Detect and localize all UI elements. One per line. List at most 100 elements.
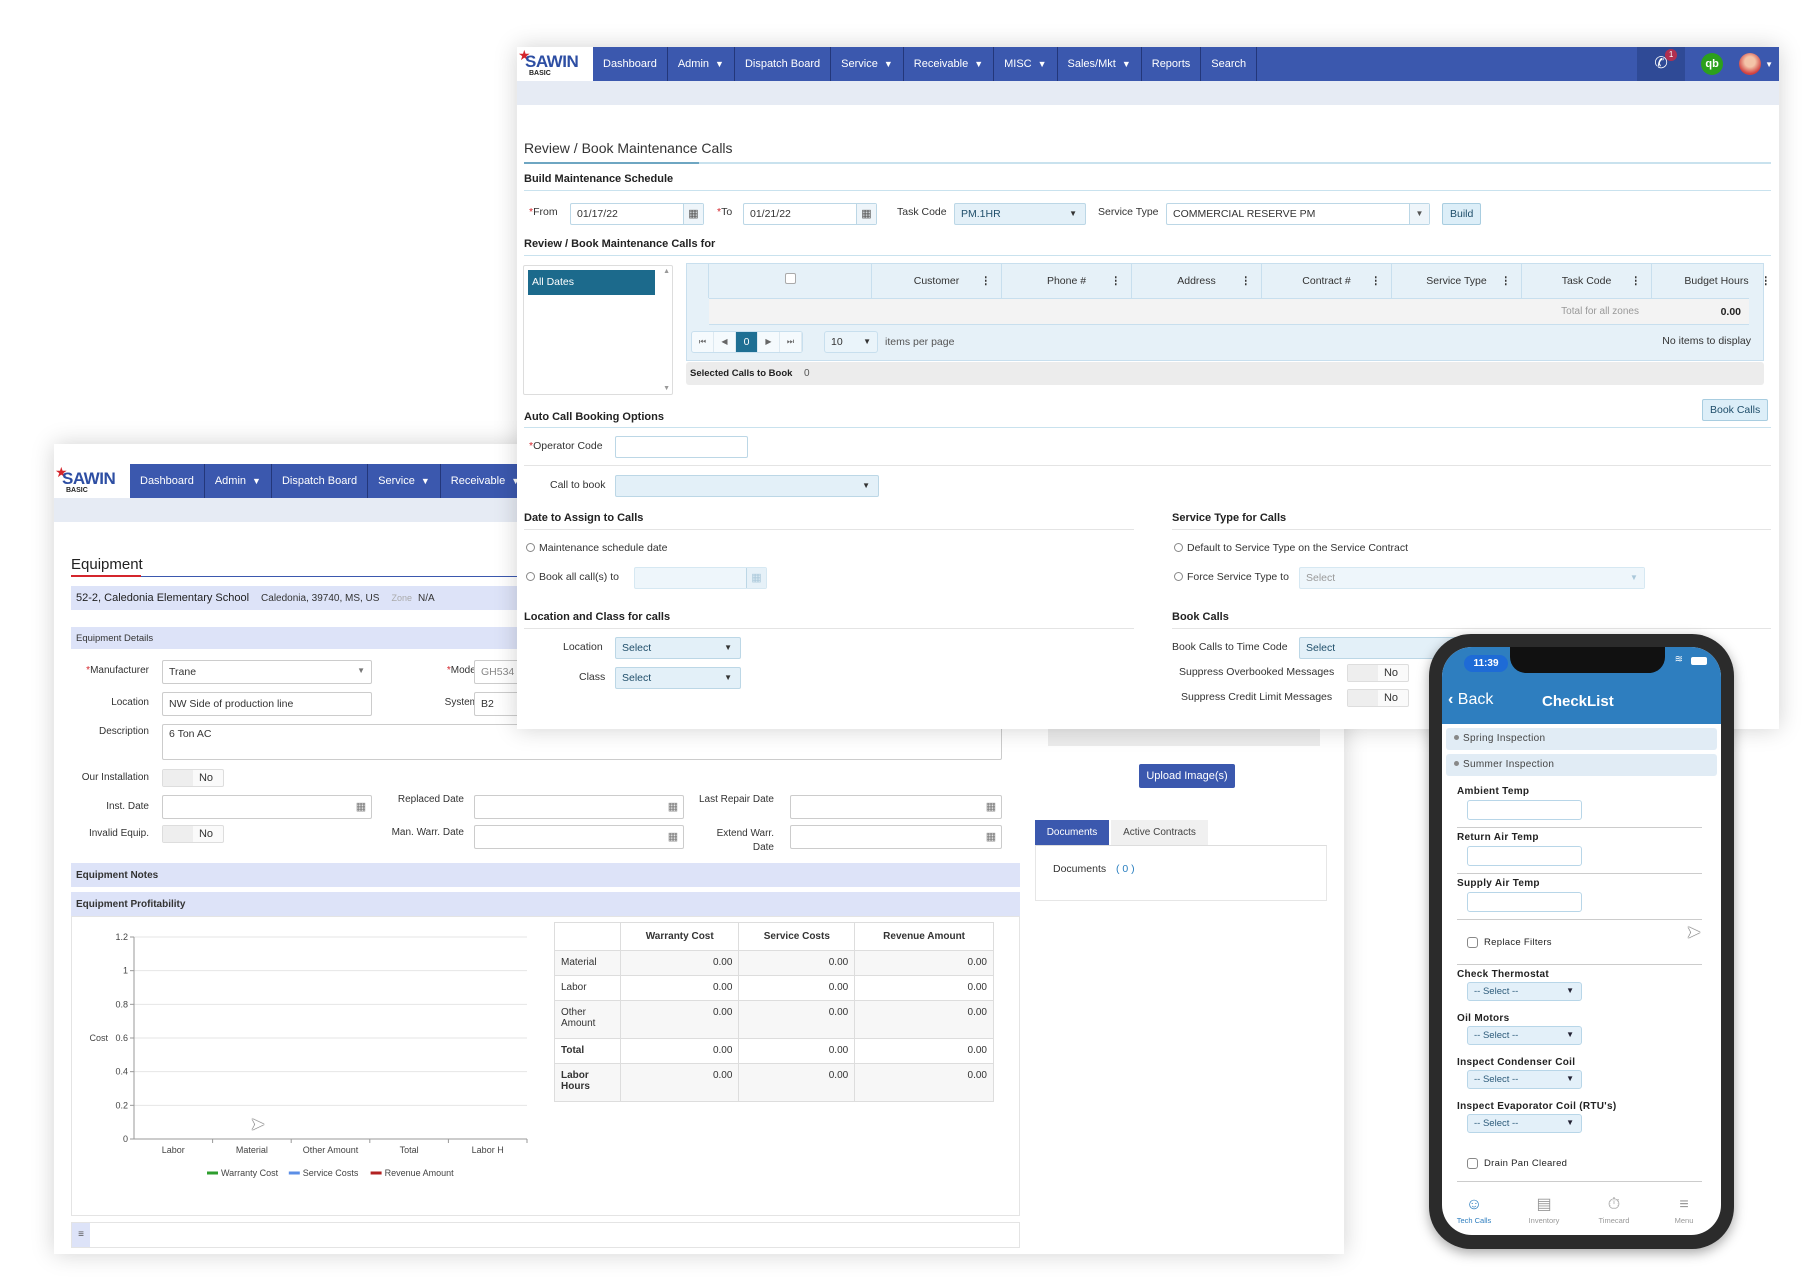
grid-total-row: Total for all zones 0.00	[709, 298, 1749, 325]
nav-reports[interactable]: Reports	[1142, 47, 1202, 81]
user-avatar[interactable]	[1739, 53, 1762, 75]
replace-filters-checkbox[interactable]	[1467, 937, 1478, 948]
date-list-item[interactable]: All Dates	[528, 270, 655, 295]
quickbooks-icon[interactable]: qb	[1701, 53, 1724, 75]
caret-down-icon[interactable]: ▼	[1765, 60, 1773, 69]
pager[interactable]: ⏮ ◀ 0 ▶ ⏭	[691, 331, 803, 353]
sawin-logo[interactable]: ★ SAWIN BASIC	[517, 47, 593, 81]
first-page-icon[interactable]: ⏮	[692, 332, 714, 352]
grid-header-budget-hours[interactable]: Budget Hours ⋮	[1652, 264, 1779, 298]
last-page-icon[interactable]: ⏭	[780, 332, 802, 352]
prev-page-icon[interactable]: ◀	[714, 332, 736, 352]
supply-air-temp-input[interactable]	[1467, 892, 1582, 912]
nav-sales-mkt[interactable]: Sales/Mkt ▼	[1058, 47, 1142, 81]
st-option-default[interactable]: Default to Service Type on the Service C…	[1174, 542, 1408, 554]
grid-header-address[interactable]: Address ⋮	[1132, 264, 1262, 298]
section-summer-inspection[interactable]: Summer Inspection	[1446, 754, 1717, 776]
nav-admin[interactable]: Admin ▼	[205, 464, 272, 498]
grid-header-phone[interactable]: Phone # ⋮	[1002, 264, 1132, 298]
tab-menu[interactable]: ≡ Menu	[1654, 1196, 1714, 1225]
man-warr-date-input[interactable]: ▦	[474, 825, 684, 849]
equipment-profitability-band[interactable]: Equipment Profitability	[71, 892, 1020, 916]
to-date-input[interactable]: 01/21/22 ▦	[743, 203, 877, 225]
nav-service[interactable]: Service ▼	[831, 47, 904, 81]
build-button[interactable]: Build	[1442, 203, 1482, 225]
inspect-condenser-select[interactable]: -- Select -- ▼	[1467, 1070, 1582, 1089]
scroll-up-icon[interactable]: ▲	[663, 268, 670, 275]
nav-dispatch-board[interactable]: Dispatch Board	[272, 464, 369, 498]
column-menu-icon[interactable]: ⋮	[1371, 275, 1382, 287]
from-date-input[interactable]: 01/17/22 ▦	[570, 203, 704, 225]
tab-active-contracts[interactable]: Active Contracts	[1111, 820, 1208, 845]
date-option-maintenance[interactable]: Maintenance schedule date	[526, 542, 667, 554]
invalid-equip-toggle[interactable]: No	[162, 825, 224, 843]
tab-inventory[interactable]: ▤ Inventory	[1514, 1194, 1574, 1225]
task-code-select[interactable]: PM.1HR ▼	[954, 203, 1086, 225]
service-type-select[interactable]: COMMERCIAL RESERVE PM ▼	[1166, 203, 1430, 225]
equipment-notes-band[interactable]: Equipment Notes	[71, 863, 1020, 887]
book-all-date-input[interactable]: ▦	[634, 567, 767, 589]
inspect-evaporator-select[interactable]: -- Select -- ▼	[1467, 1114, 1582, 1133]
next-page-icon[interactable]: ▶	[758, 332, 780, 352]
divider	[1457, 964, 1702, 965]
nav-service[interactable]: Service ▼	[368, 464, 441, 498]
date-list[interactable]: All Dates ▲ ▼	[523, 265, 673, 395]
force-service-type-select[interactable]: Select ▼	[1299, 567, 1645, 589]
column-menu-icon[interactable]: ⋮	[1631, 275, 1642, 287]
inst-date-input[interactable]: ▦	[162, 795, 372, 819]
call-to-book-select[interactable]: ▼	[615, 475, 879, 497]
nav-dashboard[interactable]: Dashboard	[130, 464, 205, 498]
ambient-temp-input[interactable]	[1467, 800, 1582, 820]
extend-warr-date-input[interactable]: ▦	[790, 825, 1002, 849]
scroll-down-icon[interactable]: ▼	[663, 385, 670, 392]
location-input[interactable]: NW Side of production line	[162, 692, 372, 716]
grid-select-all[interactable]	[709, 264, 872, 298]
nav-misc[interactable]: MISC ▼	[994, 47, 1058, 81]
selected-calls-label: Selected Calls to Book	[690, 368, 793, 379]
nav-dashboard[interactable]: Dashboard	[593, 47, 668, 81]
manufacturer-select[interactable]: Trane ▼	[162, 660, 372, 684]
our-installation-toggle[interactable]: No	[162, 769, 224, 787]
back-button[interactable]: ‹ Back	[1448, 691, 1493, 709]
column-menu-icon[interactable]: ⋮	[1501, 275, 1512, 287]
column-menu-icon[interactable]: ⋮	[981, 275, 992, 287]
grid-header-task-code[interactable]: Task Code ⋮	[1522, 264, 1652, 298]
tab-tech-calls[interactable]: ☺ Tech Calls	[1444, 1196, 1504, 1225]
suppress-overbooked-toggle[interactable]: No	[1347, 664, 1409, 682]
description-textarea[interactable]: 6 Ton AC	[162, 724, 1002, 760]
tab-documents[interactable]: Documents	[1035, 820, 1109, 845]
select-all-checkbox[interactable]	[784, 272, 796, 284]
nav-admin[interactable]: Admin ▼	[668, 47, 735, 81]
page-size-select[interactable]: 10 ▼	[824, 331, 878, 353]
phone-button[interactable]: ✆ 1	[1637, 47, 1686, 81]
upload-images-button[interactable]: Upload Image(s)	[1139, 764, 1235, 788]
last-repair-date-input[interactable]: ▦	[790, 795, 1002, 819]
location-select[interactable]: Select ▼	[615, 637, 741, 659]
column-menu-icon[interactable]: ⋮	[1111, 275, 1122, 287]
section-spring-inspection[interactable]: Spring Inspection	[1446, 728, 1717, 750]
notes-editor[interactable]: ≡	[71, 1222, 1020, 1248]
nav-dispatch-board[interactable]: Dispatch Board	[735, 47, 832, 81]
grid-header-contract[interactable]: Contract # ⋮	[1262, 264, 1392, 298]
nav-receivable[interactable]: Receivable ▼	[904, 47, 995, 81]
nav-search[interactable]: Search	[1201, 47, 1258, 81]
suppress-credit-toggle[interactable]: No	[1347, 689, 1409, 707]
column-menu-icon[interactable]: ⋮	[1241, 275, 1252, 287]
check-thermostat-select[interactable]: -- Select -- ▼	[1467, 982, 1582, 1001]
tab-timecard[interactable]: ⏱ Timecard	[1584, 1196, 1644, 1225]
replaced-date-input[interactable]: ▦	[474, 795, 684, 819]
grid-header-service-type[interactable]: Service Type ⋮	[1392, 264, 1522, 298]
supply-air-temp-label: Supply Air Temp	[1457, 878, 1540, 889]
operator-code-input[interactable]	[615, 436, 748, 458]
return-air-temp-input[interactable]	[1467, 846, 1582, 866]
column-menu-icon[interactable]: ⋮	[1761, 275, 1772, 287]
st-option-force[interactable]: Force Service Type to	[1174, 571, 1289, 583]
current-page[interactable]: 0	[736, 332, 758, 352]
oil-motors-select[interactable]: -- Select -- ▼	[1467, 1026, 1582, 1045]
date-option-book-all[interactable]: Book all call(s) to	[526, 571, 619, 583]
grid-header-customer[interactable]: Customer ⋮	[872, 264, 1002, 298]
book-calls-button[interactable]: Book Calls	[1702, 399, 1769, 421]
drain-pan-checkbox[interactable]	[1467, 1158, 1478, 1169]
class-select[interactable]: Select ▼	[615, 667, 741, 689]
sawin-logo[interactable]: ★ SAWIN BASIC	[54, 464, 130, 498]
